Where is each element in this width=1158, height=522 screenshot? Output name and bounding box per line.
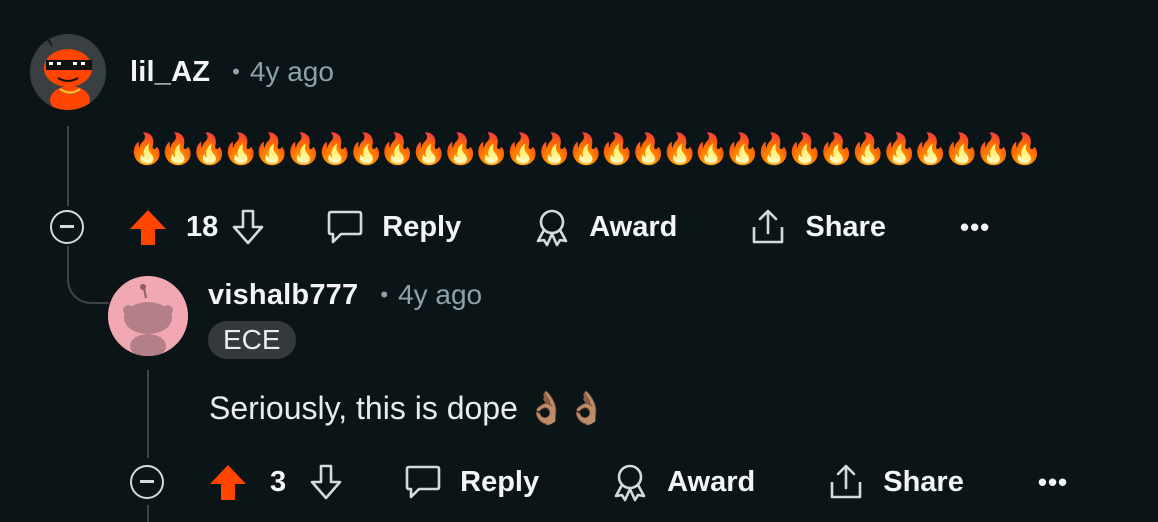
- downvote-arrow-icon[interactable]: [230, 207, 266, 247]
- username[interactable]: vishalb777: [208, 279, 358, 312]
- comment-body: Seriously, this is dope 👌🏽👌🏽: [209, 390, 607, 426]
- collapse-icon[interactable]: [50, 210, 84, 244]
- timestamp[interactable]: 4y ago: [250, 56, 334, 88]
- award-label: Award: [589, 210, 678, 243]
- reply-button[interactable]: Reply: [404, 464, 539, 500]
- timestamp[interactable]: 4y ago: [398, 279, 482, 311]
- thread-line-reply-bottom[interactable]: [147, 505, 149, 522]
- share-label: Share: [883, 465, 964, 498]
- thread-connector[interactable]: [67, 246, 109, 304]
- share-button[interactable]: Share: [749, 207, 886, 247]
- avatar[interactable]: [108, 276, 188, 356]
- share-upload-icon: [830, 464, 862, 499]
- avatar[interactable]: [30, 34, 106, 110]
- username[interactable]: lil_AZ: [130, 56, 210, 89]
- speech-bubble-icon: [327, 210, 363, 244]
- award-button[interactable]: Award: [533, 207, 677, 247]
- action-bar: 18 Reply Award Share •••: [50, 202, 990, 252]
- separator-dot: •: [380, 282, 389, 307]
- downvote-arrow-icon[interactable]: [308, 462, 344, 502]
- reply-label: Reply: [382, 210, 462, 243]
- user-flair: ECE: [208, 321, 296, 359]
- snoo-sunglasses-avatar-icon: [30, 34, 106, 110]
- share-upload-icon: [753, 209, 784, 244]
- more-options-button[interactable]: •••: [1038, 467, 1068, 498]
- reply-label: Reply: [460, 465, 540, 498]
- snoo-default-avatar-icon: [108, 276, 188, 356]
- speech-bubble-icon: [405, 465, 441, 499]
- award-ribbon-icon: [536, 209, 568, 247]
- comment-body: 🔥🔥🔥🔥🔥🔥🔥🔥🔥🔥🔥🔥🔥🔥🔥🔥🔥🔥🔥🔥🔥🔥🔥🔥🔥🔥🔥🔥🔥: [128, 133, 1043, 166]
- vote-count: 18: [186, 210, 219, 243]
- thread-line-reply[interactable]: [147, 370, 149, 458]
- separator-dot: •: [232, 59, 240, 84]
- share-button[interactable]: Share: [827, 462, 964, 502]
- award-ribbon-icon: [614, 464, 646, 502]
- vote-count: 3: [270, 465, 287, 498]
- collapse-icon[interactable]: [130, 465, 164, 499]
- comment-header: vishalb777 • 4y ago: [208, 275, 482, 315]
- comment-header: lil_AZ • 4y ago: [130, 52, 334, 92]
- upvote-arrow-icon[interactable]: [128, 207, 168, 247]
- award-label: Award: [667, 465, 756, 498]
- comment-thread: lil_AZ • 4y ago 🔥🔥🔥🔥🔥🔥🔥🔥🔥🔥🔥🔥🔥🔥🔥🔥🔥🔥🔥🔥🔥🔥🔥🔥…: [0, 0, 1158, 522]
- upvote-arrow-icon[interactable]: [208, 462, 248, 502]
- award-button[interactable]: Award: [611, 462, 755, 502]
- thread-line-top[interactable]: [67, 126, 69, 206]
- reply-button[interactable]: Reply: [326, 209, 461, 245]
- share-label: Share: [805, 210, 886, 243]
- action-bar: 3 Reply Award Share •••: [130, 457, 1068, 507]
- more-options-button[interactable]: •••: [960, 212, 990, 243]
